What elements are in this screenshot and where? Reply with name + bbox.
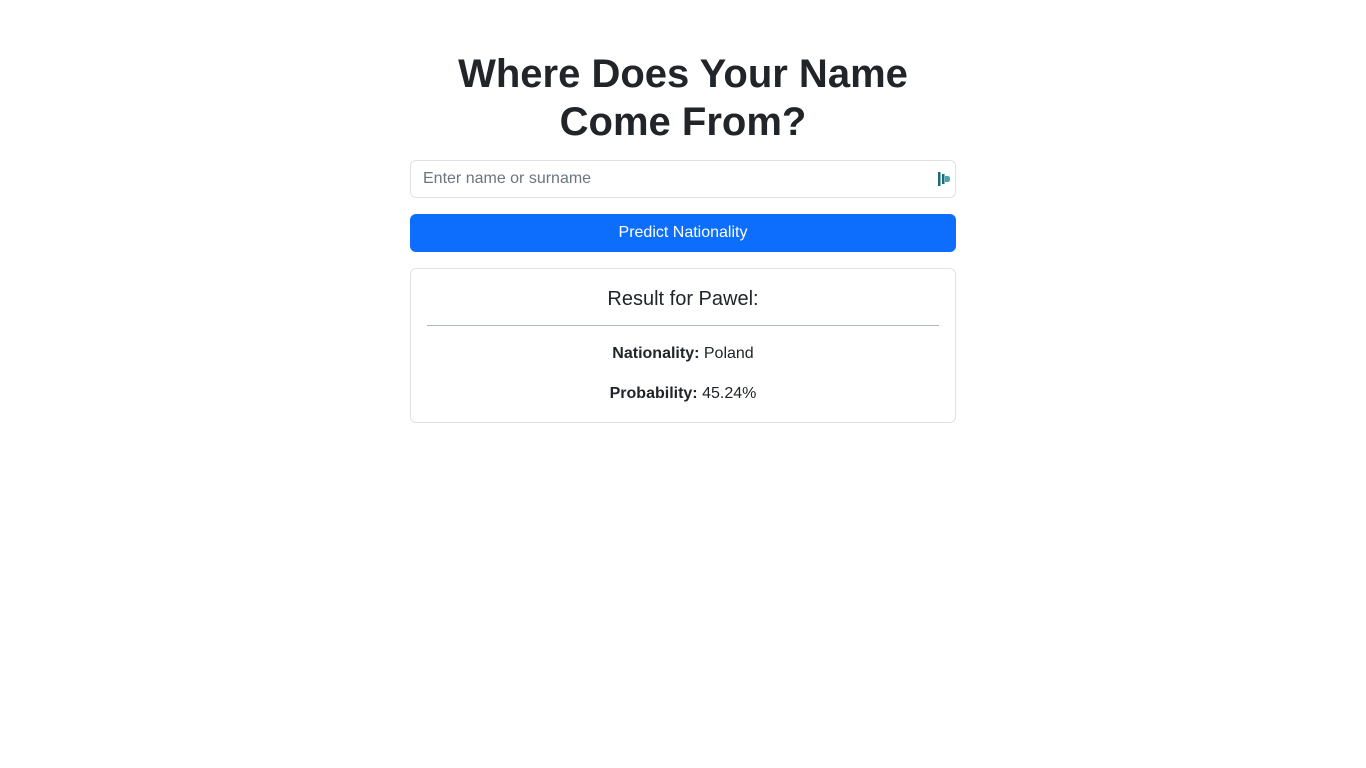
probability-line: Probability: 45.24% [427,382,939,406]
nationality-value: Poland [703,345,754,362]
result-card: Result for Pawel: Nationality: Poland Pr… [410,268,956,423]
page-title: Where Does Your Name Come From? [458,52,908,144]
name-input[interactable] [410,160,956,198]
main-container: Where Does Your Name Come From? Predict … [410,50,956,423]
result-divider [427,325,939,326]
title-wrap: Where Does Your Name Come From? [448,50,918,146]
probability-label: Probability: [609,385,698,402]
nationality-label: Nationality: [612,345,700,362]
nationality-line: Nationality: Poland [427,342,939,366]
probability-value: 45.24% [702,385,757,402]
result-title: Result for Pawel: [607,288,759,310]
predict-nationality-button[interactable]: Predict Nationality [410,214,956,252]
password-manager-icon[interactable] [938,172,950,186]
name-input-wrap [410,160,956,198]
